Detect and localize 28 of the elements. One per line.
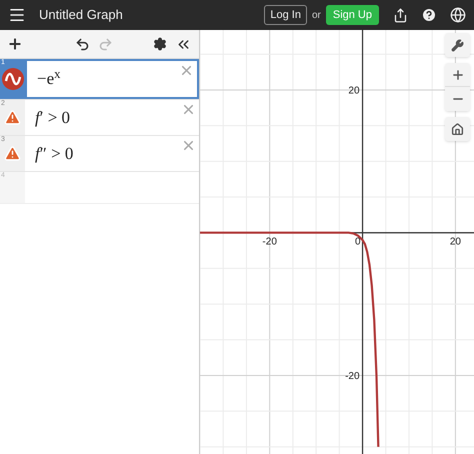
x-tick-label: -20 bbox=[262, 236, 277, 248]
graph-title: Untitled Graph bbox=[39, 6, 123, 24]
x-tick-label: 0 bbox=[354, 236, 361, 248]
expression-field[interactable]: −e$^{x}$ bbox=[25, 59, 199, 99]
settings-icon[interactable] bbox=[153, 37, 167, 51]
warning-icon[interactable] bbox=[4, 145, 21, 162]
x-tick-label: 20 bbox=[450, 236, 461, 248]
wrench-button[interactable] bbox=[445, 33, 470, 57]
wrench-icon bbox=[451, 38, 464, 52]
menu-icon[interactable] bbox=[8, 6, 26, 24]
wave-icon[interactable] bbox=[2, 68, 24, 90]
help-icon[interactable] bbox=[421, 7, 437, 23]
share-icon[interactable] bbox=[393, 8, 408, 22]
y-tick-label: 20 bbox=[348, 85, 360, 96]
home-icon bbox=[451, 122, 464, 136]
undo-icon[interactable] bbox=[75, 36, 90, 52]
expression-text: f′ > 0 bbox=[35, 106, 70, 129]
globe-icon[interactable] bbox=[450, 7, 466, 23]
zoom-in-button[interactable] bbox=[445, 63, 470, 87]
warning-icon[interactable] bbox=[4, 109, 21, 126]
home-button[interactable] bbox=[445, 117, 470, 141]
plus-icon bbox=[450, 68, 464, 82]
login-button[interactable]: Log In bbox=[264, 5, 307, 25]
expression-text: f″ > 0 bbox=[35, 142, 74, 165]
y-tick-label: -20 bbox=[345, 370, 360, 382]
or-label: or bbox=[312, 8, 321, 22]
expression-text: −e$^{x}$ bbox=[37, 66, 61, 90]
add-icon[interactable] bbox=[7, 36, 23, 52]
